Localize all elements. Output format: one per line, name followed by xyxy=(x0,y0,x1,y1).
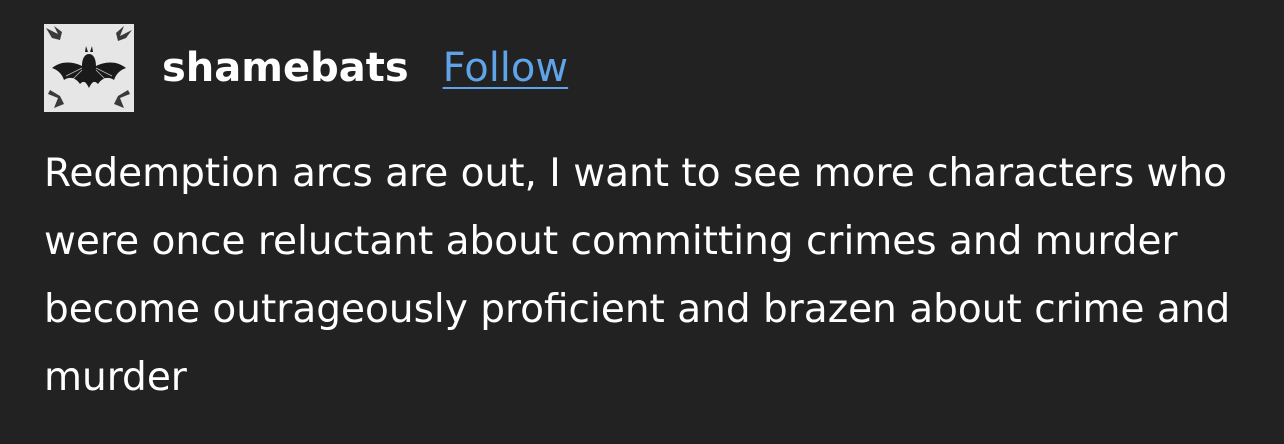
bat-avatar-icon xyxy=(44,24,134,112)
post-card: shamebats Follow Redemption arcs are out… xyxy=(0,0,1284,444)
avatar[interactable] xyxy=(44,24,134,112)
post-text: Redemption arcs are out, I want to see m… xyxy=(44,151,1231,400)
username[interactable]: shamebats xyxy=(162,48,409,88)
post-header: shamebats Follow xyxy=(44,24,568,112)
follow-link[interactable]: Follow xyxy=(443,48,568,88)
